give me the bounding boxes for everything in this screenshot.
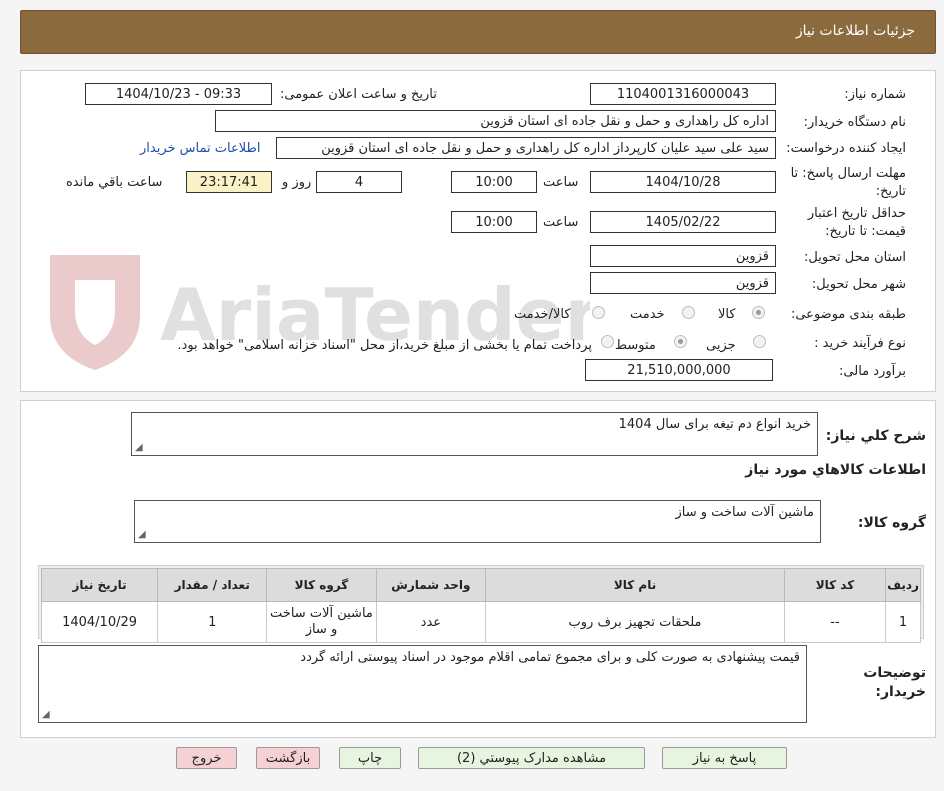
validity-time-field[interactable]: 10:00 xyxy=(451,211,537,233)
requester-label: ایجاد کننده درخواست: xyxy=(786,141,906,156)
cell-date: 1404/10/29 xyxy=(40,601,159,643)
buyer-notes-label: توضیحات xyxy=(863,665,926,681)
col-name: نام کالا xyxy=(485,568,785,602)
print-button[interactable]: چاپ xyxy=(339,747,401,769)
remaining-label: ساعت باقي مانده xyxy=(66,175,163,190)
cell-unit: عدد xyxy=(375,601,487,643)
city-label: شهر محل تحویل: xyxy=(811,277,906,292)
col-group: گروه کالا xyxy=(266,568,377,602)
back-button[interactable]: بازگشت xyxy=(256,747,320,769)
process-option-medium: متوسط xyxy=(615,338,656,353)
col-row: رديف xyxy=(885,568,921,602)
validity-label: حداقل تاریخ اعتبار xyxy=(807,206,906,221)
resize-grip-icon[interactable]: ◢ xyxy=(138,529,146,540)
deadline-time-field[interactable]: 10:00 xyxy=(451,171,537,193)
announce-label: تاریخ و ساعت اعلان عمومی: xyxy=(280,87,437,102)
city-field[interactable]: قزوین xyxy=(590,272,776,294)
page-header: جزئیات اطلاعات نیاز xyxy=(20,10,936,54)
process-label: نوع فرآیند خرید : xyxy=(814,336,906,351)
respond-button[interactable]: پاسخ به نياز xyxy=(662,747,787,769)
buyer-notes-label-2: خریدار: xyxy=(875,684,926,700)
buyer-org-field[interactable]: اداره کل راهداری و حمل و نقل جاده ای است… xyxy=(215,110,776,132)
buyer-notes-text: قیمت پیشنهادی به صورت کلی و برای مجموع ت… xyxy=(300,650,800,665)
category-option-service: خدمت xyxy=(630,307,665,322)
validity-date-field[interactable]: 1405/02/22 xyxy=(590,211,776,233)
process-note: پرداخت تمام یا بخشی از مبلغ خرید،از محل … xyxy=(177,338,592,353)
budget-label: برآورد مالی: xyxy=(839,364,906,379)
goods-group-text: ماشین آلات ساخت و ساز xyxy=(675,505,815,520)
buyer-contact-link[interactable]: اطلاعات تماس خریدار xyxy=(140,141,260,156)
need-number-label: شماره نیاز: xyxy=(844,87,906,102)
summary-text: خرید انواع دم تیغه برای سال 1404 xyxy=(618,417,811,432)
province-field[interactable]: قزوین xyxy=(590,245,776,267)
category-label: طبقه بندی موضوعی: xyxy=(790,307,906,322)
deadline-label-date: تاریخ: xyxy=(875,184,906,199)
category-option-goods-service: کالا/خدمت xyxy=(514,307,571,322)
budget-field[interactable]: 21,510,000,000 xyxy=(585,359,773,381)
remaining-time-field: 23:17:41 xyxy=(186,171,272,193)
category-radio-service[interactable] xyxy=(682,306,695,319)
requester-field[interactable]: سید علی سید علیان کارپرداز اداره کل راهد… xyxy=(276,137,776,159)
cell-name: ملحقات تجهیز برف روب xyxy=(485,601,785,643)
items-table-frame: رديف کد کالا نام کالا واحد شمارش گروه کا… xyxy=(38,565,924,643)
summary-label: شرح کلي نياز: xyxy=(825,428,926,444)
goods-group-textarea[interactable]: ماشین آلات ساخت و ساز ◢ xyxy=(134,500,821,543)
col-unit: واحد شمارش xyxy=(375,568,487,602)
summary-textarea[interactable]: خرید انواع دم تیغه برای سال 1404 ◢ xyxy=(131,412,818,456)
category-radio-goods[interactable] xyxy=(752,306,765,319)
buyer-org-label: نام دستگاه خریدار: xyxy=(803,115,906,130)
process-radio-minor[interactable] xyxy=(753,335,766,348)
goods-group-label: گروه کالا: xyxy=(857,515,926,531)
goods-info-title: اطلاعات کالاهاي مورد نياز xyxy=(745,462,926,478)
page-title: جزئیات اطلاعات نیاز xyxy=(795,23,915,39)
resize-grip-icon[interactable]: ◢ xyxy=(135,442,143,453)
validity-label-date: قیمت: تا تاریخ: xyxy=(825,224,906,239)
province-label: استان محل تحویل: xyxy=(804,250,906,265)
process-option-minor: جزیی xyxy=(706,338,736,353)
deadline-time-label: ساعت xyxy=(543,175,579,190)
category-radio-goods-service[interactable] xyxy=(592,306,605,319)
items-table: رديف کد کالا نام کالا واحد شمارش گروه کا… xyxy=(40,568,921,643)
cell-code: -- xyxy=(783,601,887,643)
view-attachments-button[interactable]: مشاهده مدارک پيوستي (2) xyxy=(418,747,645,769)
cell-row: 1 xyxy=(885,601,921,643)
items-table-header: رديف کد کالا نام کالا واحد شمارش گروه کا… xyxy=(40,568,921,602)
days-label: روز و xyxy=(282,175,312,190)
col-qty: تعداد / مقدار xyxy=(157,568,268,602)
watermark-logo: AriaTender.neT xyxy=(30,245,766,375)
treasury-checkbox[interactable] xyxy=(601,335,614,348)
deadline-label: مهلت ارسال پاسخ: تا xyxy=(790,166,906,181)
category-option-goods: کالا xyxy=(718,307,736,322)
table-row: 1 -- ملحقات تجهیز برف روب عدد ماشین آلات… xyxy=(40,601,921,643)
col-date: تاریخ نیاز xyxy=(40,568,159,602)
buyer-notes-textarea[interactable]: قیمت پیشنهادی به صورت کلی و برای مجموع ت… xyxy=(38,645,807,723)
days-remaining-field[interactable]: 4 xyxy=(316,171,402,193)
exit-button[interactable]: خروج xyxy=(176,747,237,769)
announce-datetime-field[interactable]: 1404/10/23 - 09:33 xyxy=(85,83,272,105)
cell-qty: 1 xyxy=(157,601,268,643)
validity-time-label: ساعت xyxy=(543,215,579,230)
need-number-field[interactable]: 1104001316000043 xyxy=(590,83,776,105)
cell-group: ماشین آلات ساخت و ساز xyxy=(266,601,377,643)
col-code: کد کالا xyxy=(783,568,887,602)
process-radio-medium[interactable] xyxy=(674,335,687,348)
deadline-date-field[interactable]: 1404/10/28 xyxy=(590,171,776,193)
resize-grip-icon[interactable]: ◢ xyxy=(42,709,50,720)
